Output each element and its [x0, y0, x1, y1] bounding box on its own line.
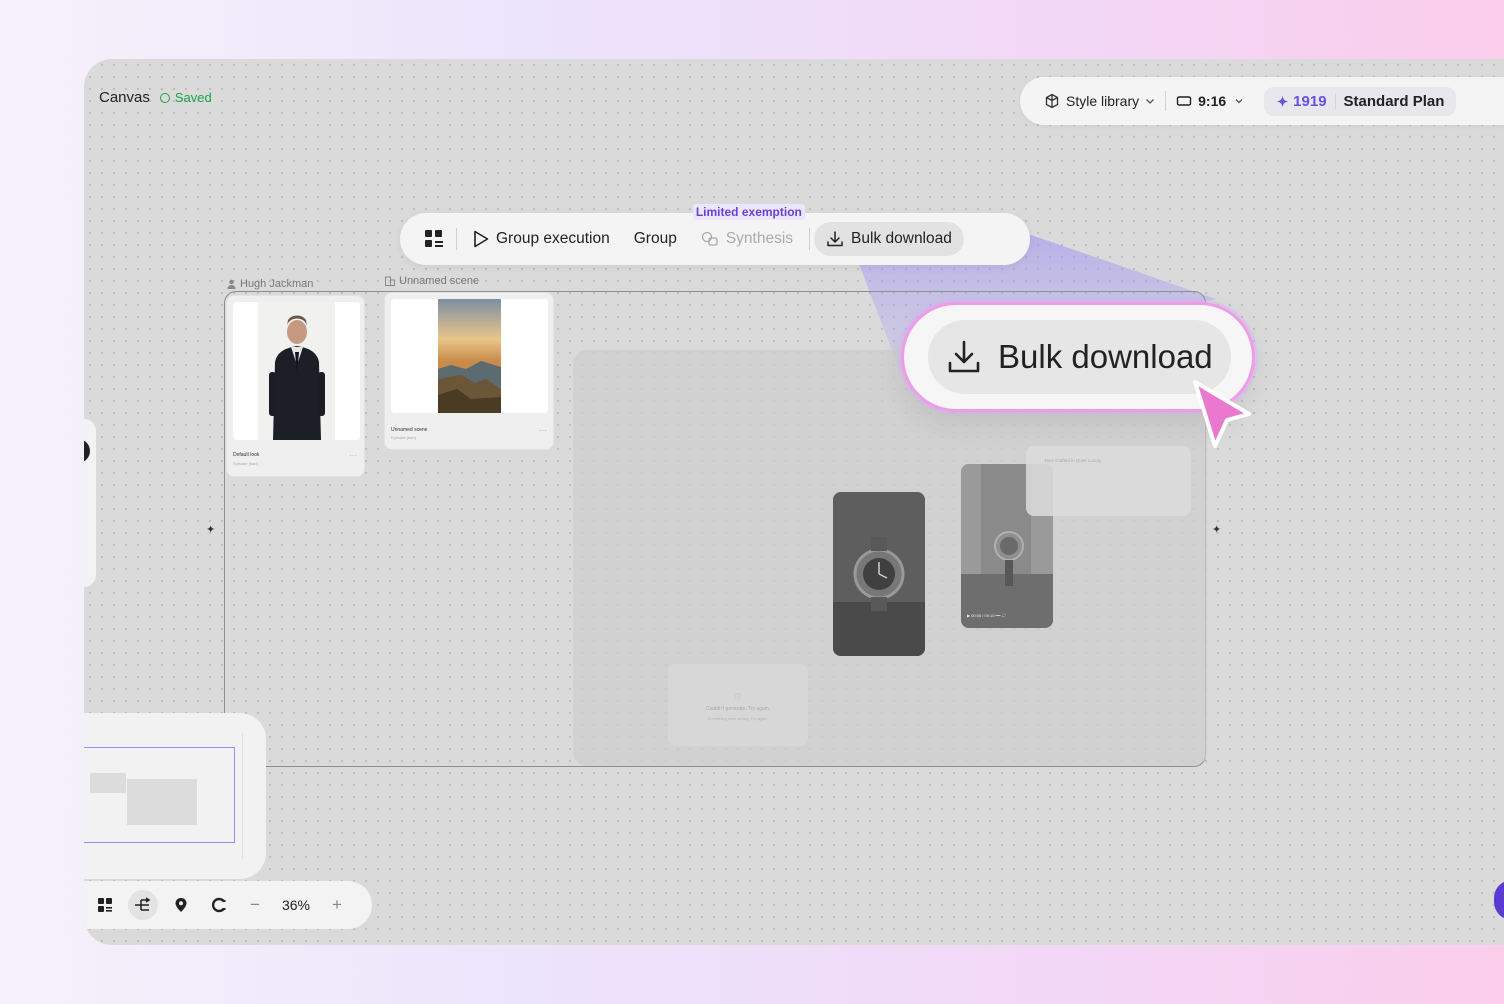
divider — [809, 228, 811, 250]
canvas-controls: − 36% + — [84, 881, 372, 929]
minimap-block — [127, 779, 197, 825]
header: Canvas Saved — [99, 89, 212, 106]
divider — [456, 228, 457, 250]
divider — [1334, 93, 1336, 109]
zoom-in-button[interactable]: + — [324, 895, 350, 915]
plan-chip[interactable]: 1919 Standard Plan — [1264, 86, 1457, 116]
group-action-toolbar: Group execution Group Limited exemption … — [400, 204, 1030, 265]
minimap[interactable] — [84, 713, 266, 879]
layout-toggle-button[interactable] — [90, 890, 120, 920]
cube-icon — [1045, 93, 1059, 109]
error-card[interactable]: ⓘ Couldn't generate. Try again. Somethin… — [668, 664, 808, 746]
error-subtitle: Something went wrong. Try again. — [707, 716, 769, 721]
character-name: Hugh Jackman — [240, 278, 314, 290]
text-card[interactable]: Time Crafted in Quiet Luxury — [1026, 446, 1191, 516]
man-in-suit-image — [233, 302, 360, 440]
scene-image — [391, 299, 548, 413]
limited-exemption-badge: Limited exemption — [692, 204, 805, 220]
character-card-subtitle: Episode (bad) — [233, 461, 258, 466]
bulk-download-label: Bulk download — [851, 230, 952, 247]
plan-name: Standard Plan — [1343, 92, 1445, 110]
zoom-level: 36% — [281, 897, 311, 913]
aspect-ratio-select[interactable]: 9:16 — [1176, 93, 1246, 109]
bulk-download-callout-button[interactable]: Bulk download — [928, 320, 1231, 394]
add-left-handle[interactable]: ✦ — [206, 523, 215, 536]
minimap-block — [90, 773, 126, 793]
credits-count: 1919 — [1276, 92, 1327, 110]
tree-icon — [135, 897, 151, 911]
grid-layout-icon — [98, 898, 112, 912]
tree-structure-button[interactable] — [128, 890, 158, 920]
bulk-download-callout-label: Bulk download — [998, 338, 1213, 375]
divider — [1165, 91, 1167, 111]
download-icon — [827, 231, 843, 247]
text-card-content: Time Crafted in Quiet Luxury — [1044, 458, 1102, 463]
character-card[interactable]: Default look Episode (bad) ··· — [226, 295, 365, 477]
save-status: Saved — [159, 90, 212, 105]
watch-image — [833, 492, 925, 656]
character-image — [233, 302, 360, 440]
aspect-ratio-icon — [1176, 96, 1192, 106]
play-icon — [474, 230, 489, 248]
character-card-label: Hugh Jackman — [227, 278, 313, 290]
zoom-out-button[interactable]: − — [242, 895, 268, 915]
synthesis-button[interactable]: Synthesis — [689, 222, 805, 256]
chevron-down-icon — [1146, 99, 1155, 104]
synthesis-wrapper: Limited exemption Synthesis — [689, 204, 805, 256]
info-icon: ⓘ — [735, 695, 742, 701]
download-icon — [948, 340, 980, 373]
synthesis-icon — [701, 231, 718, 246]
chevron-down-icon — [1235, 99, 1243, 104]
video-card-watch[interactable] — [833, 492, 925, 656]
more-icon[interactable]: ··· — [539, 426, 547, 435]
coastline-image — [391, 299, 548, 413]
style-library-label: Style library — [1066, 93, 1140, 109]
page-title: Canvas — [99, 89, 150, 106]
minimap-divider — [242, 733, 243, 859]
error-title: Couldn't generate. Try again. — [705, 706, 771, 712]
more-icon[interactable]: ··· — [349, 451, 357, 460]
grid-layout-icon — [425, 230, 443, 247]
bulk-download-button[interactable]: Bulk download — [814, 222, 964, 256]
credits-value: 1919 — [1293, 92, 1327, 110]
style-library-button[interactable]: Style library — [1044, 93, 1155, 109]
scene-card[interactable]: Unnamed scene Episode (bad) ··· — [384, 292, 554, 450]
group-button[interactable]: Group — [622, 222, 689, 256]
left-panel-tab[interactable] — [84, 419, 96, 587]
top-toolbar: Style library 9:16 1919 Standard Plan — [1020, 77, 1504, 125]
group-execution-button[interactable]: Group execution — [461, 222, 622, 256]
building-icon — [385, 276, 395, 286]
person-icon — [227, 279, 236, 289]
scene-name: Unnamed scene — [399, 275, 480, 287]
pointer-cursor-icon — [1193, 380, 1251, 448]
scene-card-subtitle: Episode (bad) — [391, 435, 416, 440]
video-controls[interactable]: ▶ 00:05 / 00:10 ━━ 🔊 — [967, 613, 1007, 618]
canvas-app: Canvas Saved Style library 9:16 1919 Sta… — [84, 59, 1504, 945]
aspect-ratio-value: 9:16 — [1198, 93, 1227, 109]
group-execution-label: Group execution — [496, 230, 610, 247]
magnet-icon — [212, 897, 226, 913]
layout-button[interactable] — [416, 222, 452, 256]
saved-circle-icon — [159, 92, 170, 103]
scene-card-label: Unnamed scene — [385, 275, 479, 287]
save-status-label: Saved — [174, 90, 212, 105]
location-pin-icon — [175, 898, 187, 912]
locate-button[interactable] — [166, 890, 196, 920]
synthesis-label: Synthesis — [725, 230, 794, 247]
panel-toggle-icon — [84, 439, 90, 463]
character-card-title: Default look — [233, 452, 260, 458]
group-label: Group — [633, 230, 677, 247]
add-right-handle[interactable]: ✦ — [1212, 523, 1221, 536]
sparkle-icon — [1276, 95, 1289, 107]
snap-button[interactable] — [204, 890, 234, 920]
scene-card-title: Unnamed scene — [391, 427, 428, 433]
